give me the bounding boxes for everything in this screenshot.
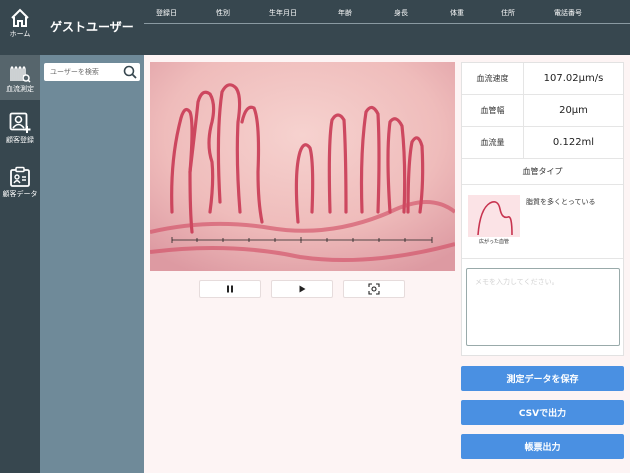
flow-speed-label: 血流速度: [462, 63, 524, 94]
col-phone: 電話番号: [554, 9, 582, 17]
flow-volume-label: 血流量: [462, 127, 524, 158]
nav-customer-data[interactable]: 顧客データ: [0, 158, 40, 206]
user-search-box: [44, 63, 140, 81]
flow-speed-row: 血流速度 107.02μm/s: [462, 63, 623, 95]
save-measurement-button[interactable]: 測定データを保存: [461, 366, 624, 391]
vessel-width-label: 血管幅: [462, 95, 524, 126]
vessel-type-result: 広がった血管 脂質を多くとっている: [462, 185, 623, 259]
print-report-button[interactable]: 帳票出力: [461, 434, 624, 459]
flow-speed-value: 107.02μm/s: [543, 73, 604, 84]
vessel-width-value: 20μm: [559, 105, 588, 116]
measurement-results-panel: 血流速度 107.02μm/s 血管幅 20μm 血流量 0.122ml 血管タ…: [461, 62, 624, 356]
add-user-icon: [9, 112, 31, 133]
capillary-video[interactable]: [150, 62, 455, 271]
search-icon: [123, 65, 137, 79]
memo-input[interactable]: [466, 268, 620, 346]
nav-home[interactable]: ホーム: [0, 0, 40, 48]
col-birth-date: 生年月日: [269, 9, 297, 17]
home-icon: [11, 8, 29, 27]
user-panel: ゲストユーザー: [40, 0, 144, 473]
play-icon: [299, 285, 306, 293]
pause-button[interactable]: [199, 280, 261, 298]
vessel-type-title: 血管タイプ: [522, 167, 563, 176]
col-registration-date: 登録日: [156, 9, 177, 17]
clipboard-user-icon: [10, 166, 30, 187]
nav-home-label: ホーム: [9, 30, 31, 38]
vessel-type-caption: 広がった血管: [478, 239, 509, 245]
vessel-type-description: 脂質を多くとっている: [526, 198, 596, 206]
export-csv-button[interactable]: CSVで出力: [461, 400, 624, 425]
flow-volume-value: 0.122ml: [552, 137, 595, 148]
col-age: 年齢: [338, 9, 352, 17]
capture-button[interactable]: [343, 280, 405, 298]
col-gender: 性別: [216, 9, 230, 17]
vessel-type-header: 血管タイプ: [462, 159, 623, 185]
col-weight: 体重: [450, 9, 464, 17]
pause-icon: [227, 285, 233, 293]
search-button[interactable]: [122, 64, 138, 80]
col-address: 住所: [501, 9, 515, 17]
main-nav-rail: ホーム 血流測定 顧客登録 顧客データ: [0, 0, 40, 473]
nav-customer-register[interactable]: 顧客登録: [0, 104, 40, 152]
nav-customer-register-label: 顧客登録: [6, 136, 34, 144]
user-search-input[interactable]: [44, 63, 118, 81]
nav-blood-flow[interactable]: 血流測定: [0, 55, 40, 100]
dilated-vessel-icon: [468, 195, 520, 237]
vessel-width-row: 血管幅 20μm: [462, 95, 623, 127]
nav-customer-data-label: 顧客データ: [2, 190, 38, 198]
blood-flow-measure-icon: [10, 66, 31, 83]
nav-blood-flow-label: 血流測定: [6, 85, 34, 93]
current-user-name: ゲストユーザー: [40, 0, 144, 55]
flow-volume-row: 血流量 0.122ml: [462, 127, 623, 159]
col-height: 身長: [394, 9, 408, 17]
customer-info-header: 登録日 性別 生年月日 年齢 身長 体重 住所 電話番号: [144, 0, 630, 55]
customer-info-columns: 登録日 性別 生年月日 年齢 身長 体重 住所 電話番号: [144, 0, 630, 24]
play-button[interactable]: [271, 280, 333, 298]
capillary-image: [150, 62, 455, 271]
capture-icon: [368, 283, 380, 295]
vessel-type-card: 広がった血管: [468, 195, 520, 247]
